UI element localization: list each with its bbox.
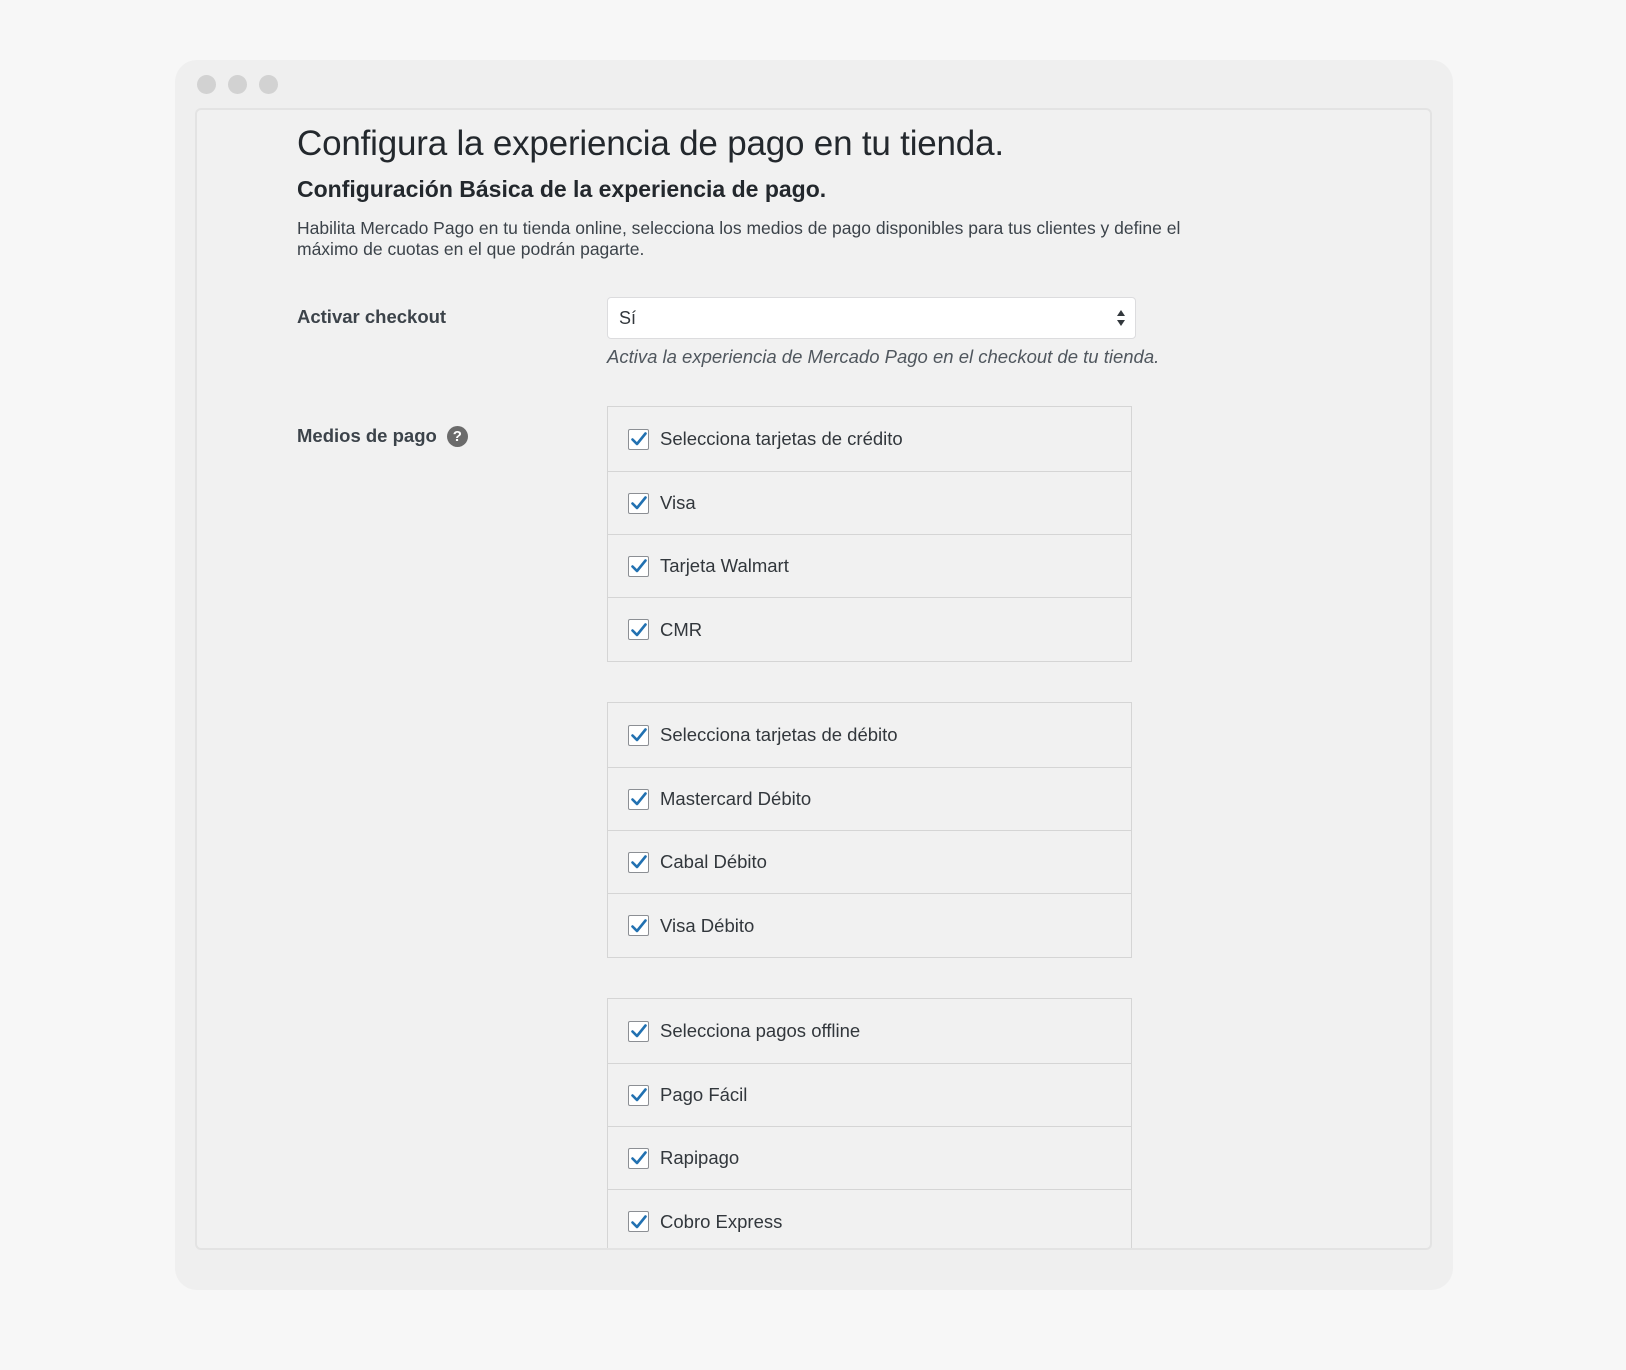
settings-panel: Configura la experiencia de pago en tu t… (195, 108, 1432, 1250)
checkbox-tarjeta-walmart[interactable] (628, 555, 649, 577)
credit-select-all-row[interactable]: Selecciona tarjetas de crédito (608, 407, 1131, 472)
checkmark-icon (630, 728, 647, 742)
question-circle-icon[interactable]: ? (446, 425, 468, 447)
window-close-dot[interactable] (197, 75, 216, 94)
offline-payments-group: Selecciona pagos offline Pago Fácil Rapi… (607, 998, 1132, 1248)
checkbox-offline-all[interactable] (628, 1020, 649, 1042)
checkbox-visa-debito[interactable] (628, 915, 649, 936)
credit-item-row[interactable]: CMR (608, 598, 1131, 661)
checkbox-cabal-debito[interactable] (628, 851, 649, 873)
offline-header-label: Selecciona pagos offline (660, 1020, 861, 1041)
checkmark-icon (630, 432, 647, 446)
checkbox-rapipago[interactable] (628, 1147, 649, 1169)
offline-item-row[interactable]: Rapipago (608, 1127, 1131, 1190)
offline-item-row[interactable]: Pago Fácil (608, 1064, 1131, 1127)
checkmark-icon (630, 1214, 647, 1228)
checkmark-icon (630, 1088, 647, 1102)
debit-item-label: Visa Débito (660, 914, 755, 936)
activar-checkout-label-text: Activar checkout (297, 306, 447, 327)
credit-header-label: Selecciona tarjetas de crédito (660, 428, 903, 449)
offline-item-label: Cobro Express (660, 1210, 783, 1232)
window-controls (197, 75, 278, 94)
medios-de-pago-label-text: Medios de pago (297, 425, 437, 446)
debit-item-row[interactable]: Cabal Débito (608, 831, 1131, 894)
checkbox-cmr[interactable] (628, 619, 649, 640)
checkbox-mastercard-debito[interactable] (628, 788, 649, 810)
activar-checkout-selected-value: Sí (619, 307, 637, 328)
credit-item-row[interactable]: Tarjeta Walmart (608, 535, 1131, 598)
checkbox-debit-all[interactable] (628, 724, 649, 746)
offline-select-all-row[interactable]: Selecciona pagos offline (608, 999, 1131, 1064)
offline-item-label: Pago Fácil (660, 1084, 748, 1105)
activar-checkout-help: Activa la experiencia de Mercado Pago en… (607, 346, 1160, 367)
credit-item-row[interactable]: Visa (608, 472, 1131, 535)
offline-item-label: Rapipago (660, 1147, 740, 1168)
window-minimize-dot[interactable] (228, 75, 247, 94)
credit-item-label: Tarjeta Walmart (660, 555, 789, 576)
checkmark-icon (630, 1024, 647, 1038)
page-title: Configura la experiencia de pago en tu t… (297, 124, 1004, 163)
checkmark-icon (630, 559, 647, 573)
checkbox-pago-facil[interactable] (628, 1084, 649, 1106)
debit-header-label: Selecciona tarjetas de débito (660, 724, 898, 745)
debit-item-label: Mastercard Débito (660, 788, 812, 809)
checkmark-icon (630, 918, 647, 932)
checkmark-icon (630, 1151, 647, 1165)
debit-item-row[interactable]: Visa Débito (608, 894, 1131, 957)
section-title: Configuración Básica de la experiencia d… (297, 176, 827, 202)
debit-select-all-row[interactable]: Selecciona tarjetas de débito (608, 703, 1131, 768)
browser-window: Configura la experiencia de pago en tu t… (175, 60, 1453, 1290)
checkbox-cobro-express[interactable] (628, 1211, 649, 1232)
debit-cards-group: Selecciona tarjetas de débito Mastercard… (607, 702, 1132, 958)
window-maximize-dot[interactable] (259, 75, 278, 94)
checkmark-icon (630, 622, 647, 636)
activar-checkout-label: Activar checkout (297, 306, 446, 328)
checkmark-icon (630, 855, 647, 869)
checkbox-credit-all[interactable] (628, 428, 649, 450)
checkbox-visa[interactable] (628, 492, 649, 514)
credit-cards-group: Selecciona tarjetas de crédito Visa Tarj… (607, 406, 1132, 662)
credit-item-label: Visa (660, 492, 696, 513)
section-description: Habilita Mercado Pago en tu tienda onlin… (297, 218, 1181, 259)
offline-item-row[interactable]: Cobro Express (608, 1190, 1131, 1248)
credit-item-label: CMR (660, 618, 703, 640)
checkmark-icon (630, 792, 647, 806)
debit-item-row[interactable]: Mastercard Débito (608, 768, 1131, 831)
activar-checkout-select[interactable]: Sí (607, 297, 1136, 339)
debit-item-label: Cabal Débito (660, 851, 767, 872)
sort-arrows-icon (1116, 308, 1126, 328)
checkmark-icon (630, 496, 647, 510)
medios-de-pago-label: Medios de pago ? (297, 425, 468, 447)
